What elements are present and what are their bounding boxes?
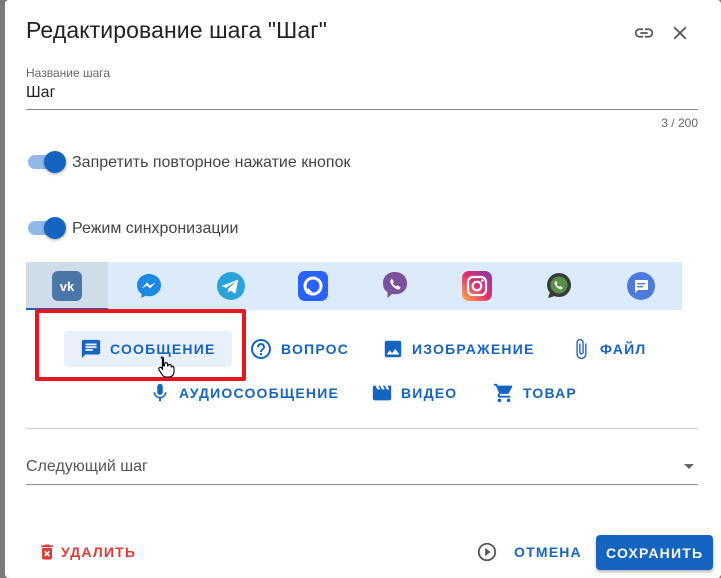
char-counter: 3 / 200	[661, 116, 698, 130]
sync-mode-label: Режим синхронизации	[72, 220, 239, 237]
add-image-label: ИЗОБРАЖЕНИЕ	[412, 341, 535, 357]
divider	[26, 428, 698, 429]
add-question-button[interactable]: ВОПРОС	[249, 331, 349, 367]
channel-tabs: vk	[26, 262, 682, 310]
hand-cursor-icon	[158, 356, 175, 378]
tab-instagram[interactable]	[436, 262, 518, 310]
trash-icon	[41, 544, 53, 560]
tab-telegram[interactable]	[190, 262, 272, 310]
link-icon[interactable]	[633, 22, 655, 44]
cancel-button[interactable]: ОТМЕНА	[476, 534, 582, 570]
instagram-icon	[462, 271, 492, 301]
add-product-button[interactable]: ТОВАР	[493, 375, 577, 411]
add-product-label: ТОВАР	[523, 385, 577, 401]
delete-label: УДАЛИТЬ	[61, 544, 137, 560]
chat-app-icon	[298, 271, 328, 301]
svg-text:vk: vk	[60, 279, 75, 294]
step-name-label: Название шага	[26, 66, 111, 80]
viber-icon	[383, 272, 407, 298]
next-step-placeholder: Следующий шаг	[26, 458, 148, 475]
add-image-button[interactable]: ИЗОБРАЖЕНИЕ	[382, 331, 535, 367]
chat-bubble-icon	[627, 272, 655, 300]
dialog-title: Редактирование шага "Шаг"	[26, 17, 327, 43]
tab-messenger[interactable]	[108, 262, 190, 310]
add-video-button[interactable]: ВИДЕО	[371, 375, 457, 411]
tab-viber[interactable]	[354, 262, 436, 310]
save-button[interactable]: СОХРАНИТЬ	[596, 535, 714, 570]
microphone-icon	[153, 383, 167, 402]
block-repeat-toggle[interactable]	[28, 150, 68, 174]
paperclip-icon	[576, 338, 587, 360]
save-label: СОХРАНИТЬ	[606, 544, 704, 561]
close-icon[interactable]	[669, 22, 691, 44]
cancel-label: ОТМЕНА	[514, 544, 582, 560]
add-file-label: ФАЙЛ	[600, 341, 647, 357]
add-audio-label: АУДИОСООБЩЕНИЕ	[179, 385, 340, 401]
tab-whatsapp[interactable]	[518, 262, 600, 310]
add-question-label: ВОПРОС	[281, 341, 350, 357]
step-name-field[interactable]: Название шага Шаг	[26, 64, 698, 110]
question-icon	[251, 339, 271, 359]
step-name-input[interactable]: Шаг	[26, 84, 55, 102]
add-video-label: ВИДЕО	[401, 385, 458, 401]
sync-mode-toggle[interactable]	[28, 216, 68, 240]
highlight-box	[35, 309, 246, 381]
delete-button[interactable]: УДАЛИТЬ	[37, 534, 136, 570]
next-step-select[interactable]: Следующий шаг	[26, 450, 698, 485]
messenger-icon	[137, 274, 161, 298]
play-circle-icon	[477, 542, 497, 562]
tab-chat[interactable]	[600, 262, 682, 310]
dropdown-arrow-icon	[684, 464, 694, 469]
whatsapp-icon	[547, 273, 571, 298]
image-icon	[384, 340, 402, 358]
vk-icon: vk	[52, 271, 82, 301]
add-file-button[interactable]: ФАЙЛ	[570, 331, 646, 367]
edit-step-dialog: Редактирование шага "Шаг" Название шага …	[5, 0, 721, 578]
film-icon	[372, 385, 392, 401]
cart-icon	[493, 383, 513, 403]
tab-chat-app[interactable]	[272, 262, 354, 310]
tab-vk[interactable]: vk	[26, 262, 108, 310]
block-repeat-label: Запретить повторное нажатие кнопок	[72, 154, 351, 171]
telegram-icon	[217, 272, 245, 300]
